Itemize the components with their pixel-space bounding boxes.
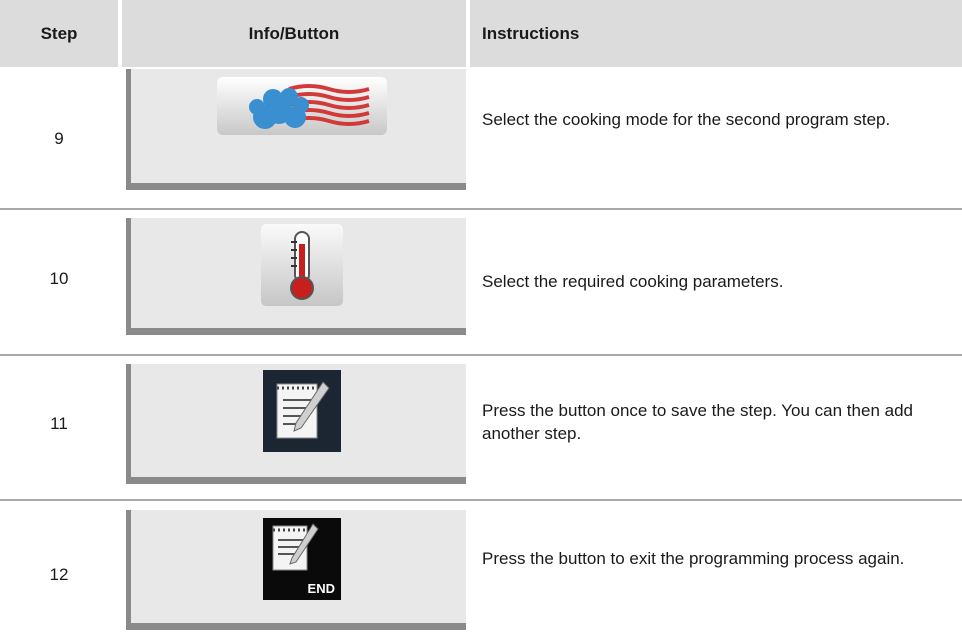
table-row: 9 Select the cooking mode for the second… (0, 69, 962, 210)
instruction-text: Select the required cooking parameters. (482, 272, 784, 291)
table-row: 10 Select the required cooking parameter… (0, 218, 962, 355)
steam-convection-icon (249, 84, 370, 129)
step-number: 11 (50, 414, 68, 433)
instruction-text: Press the button to exit the programming… (482, 549, 905, 568)
save-step-button[interactable] (263, 370, 341, 452)
header-info-button: Info/Button (122, 0, 466, 67)
header-instructions: Instructions (470, 0, 962, 67)
instruction-text: Press the button once to save the step. … (482, 401, 913, 443)
cooking-mode-button[interactable] (217, 77, 387, 135)
end-programming-button[interactable]: END (263, 518, 341, 600)
row-divider (0, 499, 962, 501)
cooking-parameters-button[interactable] (261, 224, 343, 306)
button-panel (126, 364, 466, 484)
end-label: END (307, 581, 335, 596)
header-step: Step (0, 0, 118, 67)
button-panel: END (126, 510, 466, 630)
table-row: 11 Press the button once to save the ste… (0, 364, 962, 501)
table-row: 12 END Press the button to exit the prog… (0, 510, 962, 643)
step-number: 9 (54, 129, 64, 148)
thermometer-icon (290, 231, 314, 300)
row-divider (0, 354, 962, 356)
button-panel (126, 218, 466, 335)
step-number: 12 (49, 565, 69, 584)
instruction-text: Select the cooking mode for the second p… (482, 110, 891, 129)
row-divider (0, 208, 962, 210)
step-number: 10 (49, 269, 69, 288)
notepad-pencil-icon (276, 381, 330, 439)
button-panel (126, 69, 466, 190)
